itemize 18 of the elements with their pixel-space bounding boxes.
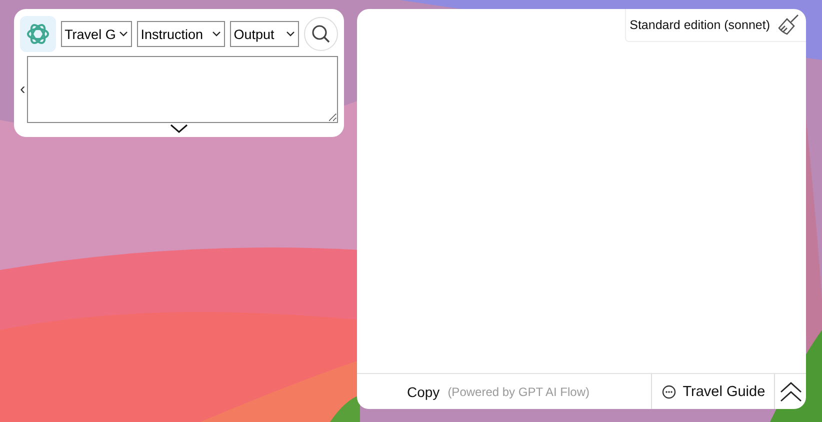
chat-bubble-icon <box>662 384 676 398</box>
chevron-down-icon[interactable] <box>170 124 188 133</box>
chevron-down-icon <box>286 31 295 37</box>
search-icon <box>311 24 331 44</box>
powered-by-text: (Powered by GPT AI Flow) <box>448 384 591 398</box>
copy-button[interactable]: Copy <box>403 384 444 400</box>
dropdown[interactable]: Output <box>230 21 299 47</box>
chevron-down-icon <box>212 31 221 37</box>
chevron-down-icon <box>118 31 128 37</box>
dropdown[interactable]: Instruction <box>136 21 225 47</box>
edition-label: Standard edition (sonnet) <box>628 18 771 32</box>
back-arrow[interactable]: ‹ <box>20 82 25 98</box>
search-button[interactable] <box>304 17 338 51</box>
assistant-button[interactable]: Travel Guide <box>652 374 776 409</box>
input-field[interactable] <box>27 56 338 123</box>
double-chevron-up-icon <box>780 382 802 402</box>
dropdown[interactable]: Travel G <box>60 21 132 47</box>
knot-logo-icon <box>20 16 56 52</box>
